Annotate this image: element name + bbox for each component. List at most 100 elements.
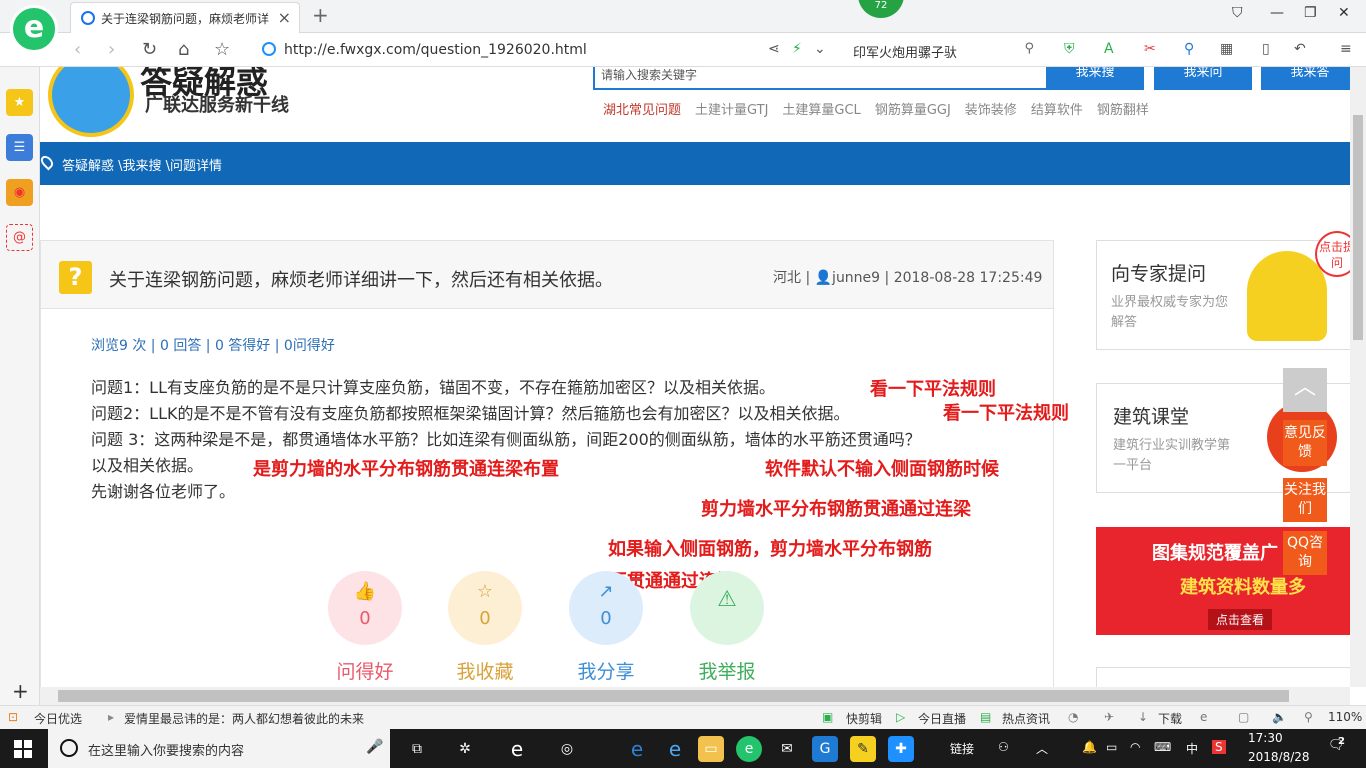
- status-item[interactable]: 快剪辑: [846, 710, 882, 727]
- daily-picks-link[interactable]: 今日优选: [34, 710, 82, 727]
- wifi-icon[interactable]: ◠: [1130, 740, 1140, 754]
- horizontal-scroll-thumb[interactable]: [58, 690, 1289, 702]
- browser-search-input[interactable]: 印军火炮用骡子驮 ⚲: [845, 38, 1040, 62]
- ask-expert-card[interactable]: 向专家提问 业界最权威专家为您解答 点击提问: [1096, 231, 1350, 350]
- translate-icon[interactable]: A: [1104, 41, 1114, 57]
- action-good-question[interactable]: 👍 0 问得好: [328, 571, 402, 684]
- site-logo[interactable]: 答疑解惑 广联达服务新干线: [50, 67, 300, 137]
- ask-button[interactable]: 我来问: [1154, 67, 1252, 90]
- home-icon[interactable]: ⌂: [178, 39, 189, 60]
- edge-icon[interactable]: e: [504, 736, 530, 762]
- keyboard-icon[interactable]: ⌨: [1154, 740, 1171, 754]
- pin-icon[interactable]: ✈: [1104, 710, 1114, 724]
- taskbar-search-input[interactable]: 在这里输入你要搜索的内容 🎤: [48, 729, 390, 768]
- action-circle[interactable]: ↗ 0: [569, 571, 643, 645]
- banner-button[interactable]: 点击查看: [1208, 609, 1273, 630]
- clock-date[interactable]: 2018/8/28: [1248, 750, 1310, 764]
- browser-tab[interactable]: 关于连梁钢筋问题，麻烦老师详细讲一下，然后还有相关依据。 ×: [70, 2, 300, 33]
- new-tab-button[interactable]: +: [312, 3, 329, 27]
- zoom-level[interactable]: 110%: [1328, 710, 1362, 724]
- url-field[interactable]: http://e.fwxgx.com/question_1926020.html: [262, 38, 842, 62]
- score-badge[interactable]: 72: [858, 0, 904, 18]
- search-button[interactable]: 我来搜: [1046, 67, 1144, 90]
- file-explorer-icon[interactable]: ▭: [698, 736, 724, 762]
- download-link[interactable]: 下载: [1158, 710, 1182, 727]
- tablet-icon[interactable]: ▯: [1262, 41, 1270, 57]
- menu-icon[interactable]: ≡: [1340, 41, 1352, 57]
- scissors-icon[interactable]: ✂: [1144, 41, 1156, 57]
- lightning-icon[interactable]: ⚡: [792, 41, 802, 57]
- security-shield-icon[interactable]: ⛨: [1064, 41, 1075, 57]
- qq-consult-button[interactable]: QQ咨询: [1283, 531, 1327, 575]
- site-search-input[interactable]: 请输入搜索关键字: [593, 67, 1048, 90]
- ie-mode-icon[interactable]: e: [1200, 710, 1207, 724]
- action-report[interactable]: ⚠ 我举报: [690, 571, 764, 684]
- browser-logo-icon[interactable]: e: [10, 5, 58, 53]
- notes-app-icon[interactable]: ✎: [850, 736, 876, 762]
- task-view-icon[interactable]: ⧉: [404, 736, 430, 762]
- ie-blue-icon[interactable]: e: [662, 736, 688, 762]
- window-icon[interactable]: ▢: [1238, 710, 1249, 724]
- topic-link[interactable]: 结算软件: [1031, 103, 1083, 118]
- input-language[interactable]: 中: [1186, 740, 1198, 757]
- topic-link[interactable]: 钢筋算量GGJ: [875, 103, 951, 118]
- vertical-scroll-thumb[interactable]: [1353, 115, 1363, 340]
- shirt-icon[interactable]: ⛉: [1232, 5, 1243, 21]
- favorite-star-icon[interactable]: ☆: [214, 39, 230, 60]
- close-window-button[interactable]: ✕: [1338, 5, 1350, 21]
- action-favorite[interactable]: ☆ 0 我收藏: [448, 571, 522, 684]
- search-icon[interactable]: ⚲: [1024, 41, 1034, 56]
- news-ticker[interactable]: 爱情里最忌讳的是：两人都幻想着彼此的未来: [124, 710, 364, 727]
- share-icon[interactable]: ⋖: [768, 41, 780, 57]
- back-to-top-icon[interactable]: ︿: [1283, 368, 1327, 412]
- minimize-button[interactable]: —: [1270, 5, 1284, 21]
- refresh-icon[interactable]: ↻: [142, 39, 157, 60]
- apps-grid-icon[interactable]: ▦: [1220, 41, 1233, 57]
- swirl-app-icon[interactable]: ◎: [554, 736, 580, 762]
- topic-link[interactable]: 土建算量GCL: [782, 103, 860, 118]
- magnifier-icon[interactable]: ⚲: [1184, 41, 1194, 57]
- topic-link[interactable]: 土建计量GTJ: [695, 103, 768, 118]
- fan-app-icon[interactable]: ✲: [452, 736, 478, 762]
- close-tab-icon[interactable]: ×: [278, 8, 291, 27]
- windows-start-icon[interactable]: [14, 740, 32, 758]
- status-item[interactable]: 热点资讯: [1002, 710, 1050, 727]
- mail-icon[interactable]: ✉: [774, 736, 800, 762]
- glodon-app-icon[interactable]: G: [812, 736, 838, 762]
- follow-us-button[interactable]: 关注我们: [1283, 478, 1327, 522]
- topic-link[interactable]: 湖北常见问题: [603, 103, 681, 118]
- clock-time[interactable]: 17:30: [1248, 731, 1283, 745]
- feedback-button[interactable]: 意见反馈: [1283, 420, 1327, 466]
- action-share[interactable]: ↗ 0 我分享: [569, 571, 643, 684]
- undo-icon[interactable]: ↶: [1294, 41, 1306, 57]
- status-item[interactable]: 今日直播: [918, 710, 966, 727]
- news-list-icon[interactable]: ☰: [6, 134, 33, 161]
- chevron-down-icon[interactable]: ⌄: [814, 41, 826, 57]
- favorites-star-icon[interactable]: ★: [6, 89, 33, 116]
- mail-at-icon[interactable]: @: [6, 224, 33, 251]
- maximize-button[interactable]: ❐: [1304, 5, 1317, 21]
- microphone-icon[interactable]: 🎤: [366, 739, 383, 755]
- tray-link-label[interactable]: 链接: [950, 740, 974, 757]
- ie-icon[interactable]: e: [624, 736, 650, 762]
- answer-button[interactable]: 我来答: [1261, 67, 1350, 90]
- zoom-icon[interactable]: ⚲: [1304, 710, 1313, 724]
- tray-chevron-icon[interactable]: ︿: [1036, 740, 1048, 757]
- back-icon[interactable]: ‹: [74, 39, 81, 60]
- ime-icon[interactable]: S: [1212, 740, 1226, 754]
- add-sidebar-icon[interactable]: +: [12, 679, 29, 703]
- notification-bell-icon[interactable]: 🔔: [1082, 740, 1097, 754]
- plus-app-icon[interactable]: ✚: [888, 736, 914, 762]
- topic-link[interactable]: 装饰装修: [965, 103, 1017, 118]
- battery-icon[interactable]: ▭: [1106, 740, 1117, 754]
- action-circle[interactable]: ⚠: [690, 571, 764, 645]
- speed-icon[interactable]: ◔: [1068, 710, 1078, 724]
- weibo-icon[interactable]: ◉: [6, 179, 33, 206]
- action-circle[interactable]: ☆ 0: [448, 571, 522, 645]
- forward-icon[interactable]: ›: [108, 39, 115, 60]
- topic-link[interactable]: 钢筋翻样: [1097, 103, 1149, 118]
- action-circle[interactable]: 👍 0: [328, 571, 402, 645]
- people-icon[interactable]: ⚇: [998, 740, 1009, 754]
- breadcrumb[interactable]: 答疑解惑 \我来搜 \问题详情: [62, 155, 222, 174]
- volume-icon[interactable]: 🔈: [1272, 710, 1287, 724]
